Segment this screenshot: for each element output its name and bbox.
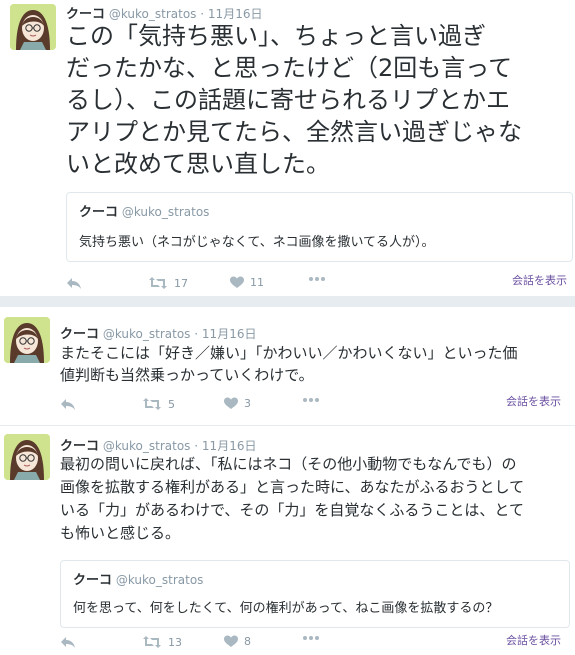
- retweet-icon: [143, 398, 161, 410]
- quoted-tweet[interactable]: クーコ @kuko_stratos 何を思って、何をしたくて、何の権利があって、…: [60, 560, 570, 628]
- tweet-text-line: アリプとか見てたら、全然言い過ぎじゃな: [66, 118, 522, 146]
- more-icon: [303, 398, 319, 402]
- tweet-text-line: いと改めて思い直した。: [66, 150, 330, 178]
- retweet-button[interactable]: 5: [142, 397, 175, 411]
- view-conversation-link[interactable]: 会話を表示: [512, 272, 567, 288]
- tweet-text-line: 最初の問いに戻れば、「私にはネコ（その他小動物でもなんでも）の: [60, 455, 517, 473]
- section-divider: [0, 296, 575, 306]
- avatar-illustration: [4, 434, 50, 480]
- timestamp[interactable]: 11月16日: [202, 439, 257, 453]
- tweet-header: クーコ @kuko_stratos · 11月16日: [60, 435, 256, 454]
- retweet-count: 5: [168, 397, 175, 411]
- like-count: 8: [244, 635, 251, 648]
- tweet-actions: 5 3: [60, 397, 565, 415]
- tweet-text: 最初の問いに戻れば、「私にはネコ（その他小動物でもなんでも）の 画像を拡散する権…: [60, 453, 570, 545]
- separator-dot: ·: [200, 7, 205, 21]
- heart-icon: [224, 397, 238, 409]
- avatar[interactable]: [10, 4, 56, 50]
- tweet-text-line: 値判断も当然乗っかっていくわけで。: [60, 366, 314, 384]
- tweet-text-line: るし）、この話題に寄せられるリプとかエ: [66, 86, 510, 114]
- display-name[interactable]: クーコ: [60, 439, 99, 454]
- quoted-username: @kuko_stratos: [121, 205, 210, 219]
- tweet-header: クーコ @kuko_stratos · 11月16日: [60, 323, 256, 342]
- quoted-display-name: クーコ: [73, 573, 113, 588]
- tweet[interactable]: クーコ @kuko_stratos · 11月16日 最初の問いに戻れば、「私に…: [0, 426, 575, 655]
- tweet-text: この「気持ち悪い」、ちょっと言い過ぎ だったかな、と思ったけど（2回も言って る…: [66, 20, 571, 180]
- heart-icon: [224, 635, 238, 647]
- username[interactable]: @kuko_stratos: [103, 327, 191, 341]
- tweet-text-line: いる「力」があるわけで、その「力」を自覚なくふるうことは、とて: [60, 501, 524, 519]
- like-button[interactable]: 11: [230, 276, 264, 289]
- more-button[interactable]: [302, 397, 320, 403]
- tweet-text-line: この「気持ち悪い」、ちょっと言い過ぎ: [66, 22, 486, 50]
- separator-dot: ·: [194, 327, 199, 341]
- quoted-tweet[interactable]: クーコ @kuko_stratos 気持ち悪い（ネコがじゃなくて、ネコ画像を撒い…: [66, 192, 573, 262]
- more-button[interactable]: [308, 276, 326, 282]
- tweet[interactable]: クーコ @kuko_stratos · 11月16日 この「気持ち悪い」、ちょっ…: [0, 0, 575, 296]
- tweet-text-line: も怖いと感じる。: [60, 524, 181, 542]
- timestamp[interactable]: 11月16日: [208, 7, 263, 21]
- view-conversation-link[interactable]: 会話を表示: [506, 632, 561, 648]
- more-icon: [309, 277, 325, 281]
- tweet-text: またそこには「好き／嫌い」「かわいい／かわいくない」といった価 値判断も当然乗っ…: [60, 342, 570, 386]
- avatar-illustration: [10, 4, 56, 50]
- separator-dot: ·: [194, 439, 199, 453]
- reply-button[interactable]: [60, 397, 76, 411]
- retweet-button[interactable]: 17: [148, 276, 188, 290]
- quoted-tweet-header: クーコ @kuko_stratos: [73, 569, 203, 588]
- username[interactable]: @kuko_stratos: [109, 7, 197, 21]
- username[interactable]: @kuko_stratos: [103, 439, 191, 453]
- like-button[interactable]: 8: [224, 635, 251, 648]
- avatar[interactable]: [4, 434, 50, 480]
- retweet-count: 13: [168, 635, 182, 649]
- avatar[interactable]: [4, 317, 50, 363]
- retweet-count: 17: [174, 276, 188, 290]
- quoted-tweet-text: 何を思って、何をしたくて、何の権利があって、ねこ画像を拡散するの？: [73, 601, 499, 616]
- quoted-display-name: クーコ: [79, 205, 119, 220]
- reply-icon: [61, 399, 75, 410]
- reply-icon: [61, 637, 75, 648]
- like-count: 3: [244, 397, 251, 410]
- retweet-button[interactable]: 13: [142, 635, 182, 649]
- tweet-text-line: 画像を拡散する権利がある」と言った時に、あなたがふるおうとして: [60, 478, 525, 496]
- retweet-icon: [149, 277, 167, 289]
- retweet-icon: [143, 636, 161, 648]
- reply-button[interactable]: [60, 635, 76, 649]
- avatar-illustration: [4, 317, 50, 363]
- quoted-username: @kuko_stratos: [115, 573, 204, 587]
- view-conversation-link[interactable]: 会話を表示: [506, 393, 561, 409]
- like-count: 11: [250, 276, 264, 289]
- like-button[interactable]: 3: [224, 397, 251, 410]
- timestamp[interactable]: 11月16日: [202, 327, 257, 341]
- reply-icon: [67, 278, 81, 289]
- tweet-text-line: またそこには「好き／嫌い」「かわいい／かわいくない」といった価: [60, 344, 518, 362]
- more-icon: [303, 636, 319, 640]
- tweet-actions: 13 8: [60, 635, 565, 653]
- tweet-actions: 17 11: [66, 276, 571, 294]
- more-button[interactable]: [302, 635, 320, 641]
- tweet[interactable]: クーコ @kuko_stratos · 11月16日 またそこには「好き／嫌い」…: [0, 307, 575, 425]
- tweet-text-line: だったかな、と思ったけど（2回も言って: [66, 54, 513, 82]
- display-name[interactable]: クーコ: [60, 327, 99, 342]
- quoted-tweet-text: 気持ち悪い（ネコがじゃなくて、ネコ画像を撒いてる人が）。: [79, 235, 435, 250]
- quoted-tweet-header: クーコ @kuko_stratos: [79, 201, 209, 220]
- reply-button[interactable]: [66, 276, 82, 290]
- heart-icon: [230, 276, 244, 288]
